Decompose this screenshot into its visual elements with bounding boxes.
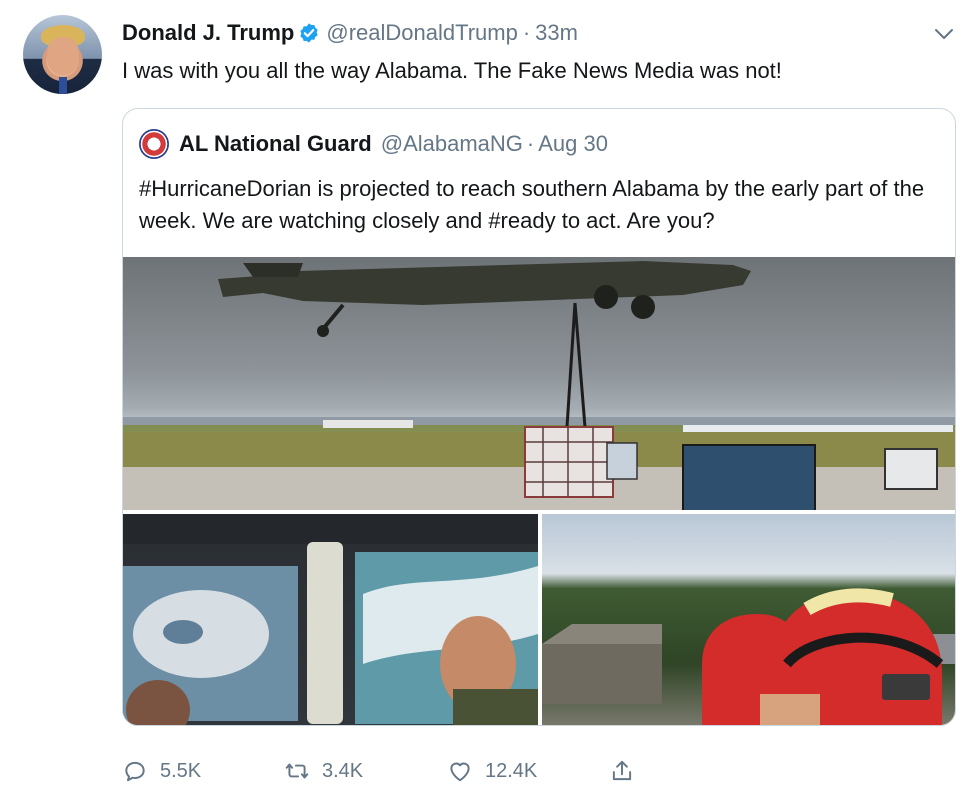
tweet-actions: 5.5K 3.4K 12.4K: [122, 756, 642, 786]
quoted-header-separator: ·: [526, 131, 535, 156]
share-icon: [612, 760, 632, 781]
tweet-header: Donald J. Trump @realDonaldTrump · 33m: [122, 19, 578, 47]
retweet-count: 3.4K: [322, 759, 364, 782]
quoted-tweet-card[interactable]: AL National Guard @AlabamaNG · Aug 30 #H…: [122, 108, 956, 726]
rescue-helmets-photo[interactable]: [542, 514, 955, 725]
helicopter-photo[interactable]: [123, 257, 955, 510]
verified-badge-icon: [300, 23, 318, 43]
operations-room-scene: [123, 514, 538, 725]
reply-count: 5.5K: [160, 759, 202, 782]
retweet-button[interactable]: 3.4K: [284, 756, 363, 786]
tweet-text: I was with you all the way Alabama. The …: [122, 58, 782, 83]
share-button[interactable]: [609, 756, 647, 786]
tweet-timestamp[interactable]: 33m: [535, 20, 578, 46]
reply-icon: [125, 761, 145, 782]
header-separator: ·: [522, 20, 531, 45]
quoted-tweet-text: #HurricaneDorian is projected to reach s…: [139, 176, 925, 233]
helicopter-scene: [123, 261, 955, 510]
avatar-tie: [59, 77, 67, 94]
quoted-author-handle[interactable]: @AlabamaNG: [381, 131, 523, 157]
quoted-tweet-timestamp[interactable]: Aug 30: [538, 131, 608, 157]
reply-button[interactable]: 5.5K: [122, 756, 201, 786]
author-name[interactable]: Donald J. Trump: [122, 20, 294, 46]
like-count: 12.4K: [485, 759, 538, 782]
media-grid: [123, 257, 955, 725]
quoted-tweet-header: AL National Guard @AlabamaNG · Aug 30: [139, 129, 608, 159]
operations-room-photo[interactable]: [123, 514, 538, 725]
like-button[interactable]: 12.4K: [447, 756, 537, 786]
rescue-helmets-scene: [542, 588, 955, 725]
retweet-icon: [285, 763, 309, 779]
author-handle[interactable]: @realDonaldTrump: [326, 20, 517, 46]
quoted-author-avatar[interactable]: [139, 129, 169, 159]
quoted-author-name[interactable]: AL National Guard: [179, 131, 372, 157]
heart-icon: [450, 762, 470, 782]
chevron-down-icon[interactable]: [932, 22, 956, 46]
author-avatar[interactable]: [23, 15, 102, 94]
avatar-face: [47, 37, 79, 75]
